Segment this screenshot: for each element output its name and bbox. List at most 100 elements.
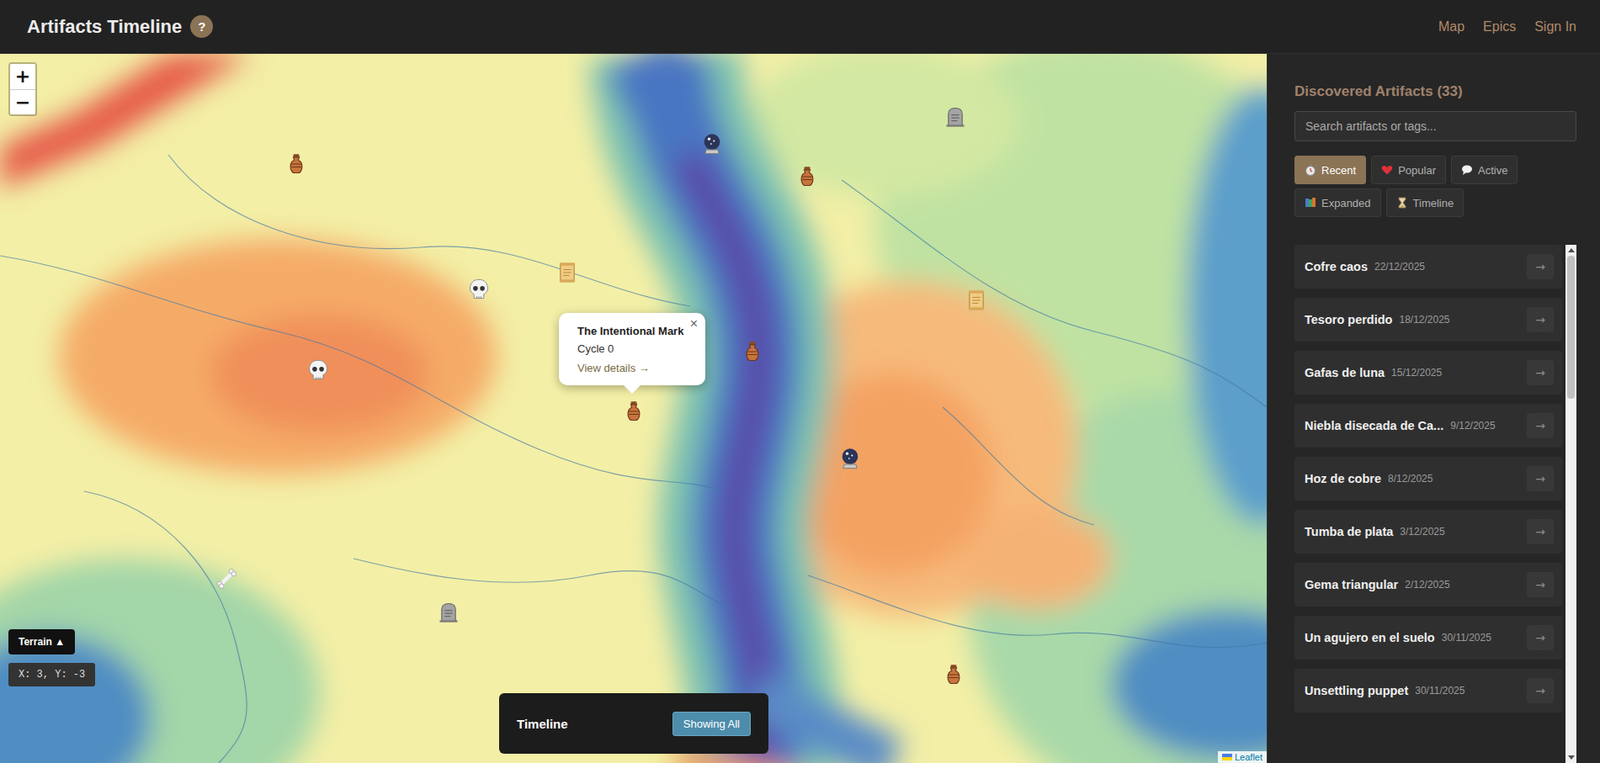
map-pin[interactable] — [555, 260, 580, 285]
app: Artifacts Timeline? Map Epics Sign In +− ×The… — [0, 0, 1600, 763]
artifact-row[interactable]: Tumba de plata 3/12/2025 → — [1294, 510, 1563, 554]
help-button[interactable]: ? — [190, 15, 213, 38]
app-title[interactable]: Artifacts Timeline — [26, 15, 182, 38]
open-artifact-button[interactable]: → — [1526, 307, 1554, 333]
scroll-down-icon[interactable] — [1568, 755, 1575, 761]
skull-icon[interactable] — [467, 277, 491, 302]
map-pin[interactable] — [700, 132, 724, 156]
map[interactable]: +− ×The Intentional MarkCycle 0View detai… — [0, 53, 1267, 763]
artifact-row[interactable]: Hoz de cobre8/12/2025→ — [1294, 457, 1563, 501]
artifact-popup: ×The Intentional MarkCycle 0View details… — [558, 313, 706, 386]
open-artifact-button[interactable]: → — [1526, 625, 1554, 651]
artifact-date: 18/12/2025 — [1398, 313, 1521, 326]
filter-button[interactable]: Expanded — [1294, 188, 1382, 218]
flag-icon — [1222, 754, 1233, 761]
map-pin[interactable] — [941, 663, 966, 687]
artifact-date: 3/12/2025 — [1399, 526, 1521, 538]
scroll-icon[interactable] — [555, 260, 580, 285]
artifact-name[interactable]: Niebla disecada de Ca... — [1304, 419, 1444, 433]
artifact-row[interactable]: Niebla disecada de Ca...9/12/2025→ — [1294, 403, 1563, 448]
skull-icon[interactable] — [306, 358, 330, 383]
top-bar: Artifacts Timeline? Map Epics Sign In — [0, 0, 1600, 54]
leaflet-link[interactable]: Leaflet — [1234, 752, 1263, 763]
main-nav: Map Epics Sign In — [1438, 19, 1577, 35]
nav-link[interactable]: Sign In — [1534, 19, 1577, 35]
nav-link[interactable]: Map — [1438, 19, 1465, 35]
filter-button[interactable]: Timeline — [1386, 188, 1465, 218]
nav-link[interactable]: Epics — [1483, 19, 1516, 35]
artifact-date: 30/11/2025 — [1414, 685, 1521, 697]
artifact-row[interactable]: Gafas de luna 15/12/2025 → — [1294, 350, 1563, 395]
timeline-bar: TimelineShowing All — [499, 693, 769, 755]
map-pin[interactable] — [838, 446, 862, 471]
scroll-up-icon[interactable] — [1568, 248, 1575, 253]
bone-icon[interactable] — [214, 567, 239, 591]
map-pin[interactable] — [467, 277, 491, 302]
zoom-out-button[interactable]: − — [10, 89, 36, 115]
open-artifact-button[interactable]: → — [1526, 678, 1554, 704]
scrollbar-thumb[interactable] — [1567, 255, 1575, 399]
open-artifact-button[interactable]: → — [1526, 519, 1554, 545]
map-pin[interactable] — [740, 340, 765, 364]
amphora-icon[interactable] — [795, 164, 819, 189]
scroll-icon[interactable] — [964, 288, 989, 313]
artifact-row[interactable]: Tesoro perdido 18/12/2025 → — [1294, 297, 1563, 342]
zoom-in-button[interactable]: + — [10, 63, 36, 90]
artifact-name[interactable]: Cofre caos — [1304, 260, 1368, 274]
artifact-name[interactable]: Un agujero en el suelo — [1304, 631, 1436, 645]
artifact-name[interactable]: Hoz de cobre — [1304, 472, 1382, 486]
open-artifact-button[interactable]: → — [1526, 254, 1554, 280]
artifact-name[interactable]: Gema triangular — [1304, 578, 1399, 592]
coordinates-display: X: 3, Y: -3 — [8, 663, 96, 687]
open-artifact-button[interactable]: → — [1526, 572, 1554, 598]
crystal-ball-icon[interactable] — [700, 132, 724, 156]
crystal-ball-icon[interactable] — [838, 446, 862, 471]
open-artifact-button[interactable]: → — [1526, 413, 1554, 439]
open-artifact-button[interactable]: → — [1526, 360, 1554, 386]
artifact-name[interactable]: Tumba de plata — [1304, 525, 1393, 539]
artifact-row[interactable]: Unsettling puppet 30/11/2025 → — [1294, 669, 1563, 713]
speech-bubble-icon — [1461, 164, 1473, 176]
artifact-row[interactable]: Cofre caos 22/12/2025 → — [1294, 244, 1563, 289]
artifact-name[interactable]: Unsettling puppet — [1304, 684, 1409, 698]
artifact-list: Cofre caos 22/12/2025 → Tesoro perdido 18/12… — [1294, 244, 1577, 763]
artifact-row[interactable]: Un agujero en el suelo30/11/2025→ — [1294, 616, 1563, 660]
artifact-date: 15/12/2025 — [1391, 366, 1521, 379]
sidebar-title: Discovered Artifacts (33) — [1294, 82, 1577, 101]
map-pin[interactable] — [306, 358, 330, 383]
map-pin[interactable] — [436, 600, 461, 625]
search-input[interactable] — [1294, 111, 1577, 142]
close-button[interactable]: × — [690, 316, 698, 332]
tombstone-icon[interactable] — [943, 105, 968, 129]
amphora-icon[interactable] — [621, 399, 646, 424]
amphora-icon[interactable] — [941, 663, 966, 687]
filter-button[interactable]: Active — [1451, 155, 1518, 185]
main-area: +− ×The Intentional MarkCycle 0View detai… — [0, 53, 1600, 763]
artifact-date: 2/12/2025 — [1404, 579, 1521, 591]
filter-button[interactable]: Popular — [1371, 155, 1446, 185]
map-pin[interactable] — [214, 567, 239, 591]
scrollbar[interactable] — [1565, 244, 1577, 763]
amphora-icon[interactable] — [284, 152, 309, 176]
map-pin[interactable] — [621, 399, 646, 424]
tombstone-icon[interactable] — [436, 600, 461, 625]
stopwatch-icon — [1304, 164, 1317, 176]
sidebar: Discovered Artifacts (33) RecentPopularAc… — [1266, 53, 1600, 763]
artifact-date: 22/12/2025 — [1374, 260, 1521, 273]
filter-button[interactable]: Recent — [1294, 155, 1367, 185]
artifact-name[interactable]: Gafas de luna — [1304, 366, 1385, 380]
heart-icon — [1381, 164, 1393, 176]
amphora-icon[interactable] — [740, 340, 765, 364]
map-pin[interactable] — [795, 164, 819, 189]
terrain-button[interactable]: Terrain ▲ — [8, 629, 75, 655]
map-pin[interactable] — [943, 105, 968, 129]
open-artifact-button[interactable]: → — [1526, 466, 1554, 492]
map-pin[interactable] — [964, 288, 989, 313]
map-pin[interactable] — [284, 152, 309, 176]
view-details-link[interactable]: View details → — [577, 361, 691, 375]
hourglass-icon — [1396, 196, 1409, 209]
artifact-row[interactable]: Gema triangular 2/12/2025 → — [1294, 563, 1563, 607]
brand: Artifacts Timeline? — [26, 15, 213, 38]
showing-all-button[interactable]: Showing All — [672, 712, 751, 737]
artifact-name[interactable]: Tesoro perdido — [1304, 313, 1393, 327]
